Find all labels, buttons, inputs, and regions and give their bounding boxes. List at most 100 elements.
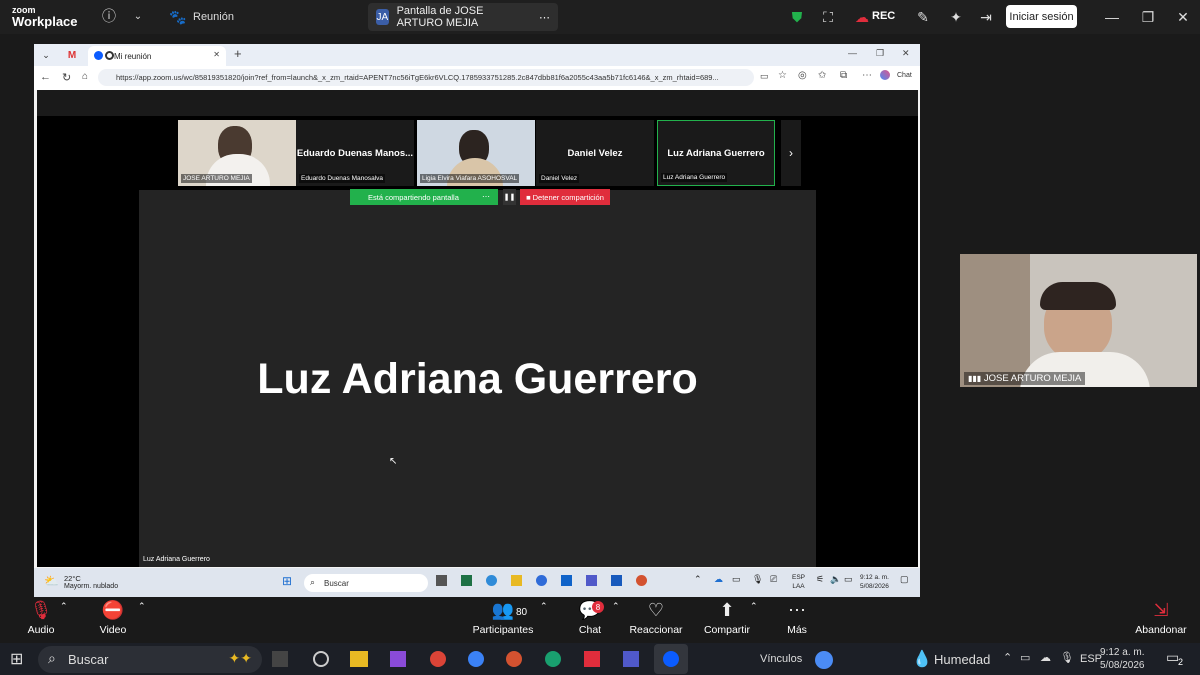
- annotate-icon[interactable]: ✎: [915, 8, 931, 26]
- tray-overflow-icon[interactable]: ⌃: [694, 574, 702, 585]
- tray-mic-icon[interactable]: 🎙: [752, 574, 763, 585]
- files-icon[interactable]: [350, 651, 368, 667]
- taskbar-search[interactable]: ⌕ Buscar ✦✦: [38, 646, 262, 673]
- browser-chat-label[interactable]: Chat: [897, 72, 912, 79]
- wifi-icon[interactable]: ⚟: [816, 574, 824, 585]
- files-icon[interactable]: [511, 575, 522, 586]
- onedrive-icon[interactable]: ☁: [714, 574, 723, 585]
- windows-start-icon[interactable]: ⊞: [10, 649, 23, 669]
- inner-language[interactable]: ESP LAA: [792, 573, 805, 591]
- gmail-icon[interactable]: M: [66, 48, 78, 62]
- tray-overflow-icon[interactable]: ⌃: [1003, 651, 1012, 664]
- leave-button[interactable]: ⇲ Abandonar: [1126, 599, 1196, 636]
- tray-monitor-icon[interactable]: ⎚: [770, 574, 777, 585]
- meeting-label[interactable]: Reunión: [193, 11, 234, 23]
- teams-icon[interactable]: [623, 651, 639, 667]
- share-caret-icon[interactable]: ⌃: [750, 601, 758, 612]
- audio-options-caret-icon[interactable]: ⌃: [60, 601, 68, 612]
- humidity-label[interactable]: Humedad: [934, 652, 990, 667]
- inner-search-box[interactable]: ⌕ Buscar: [304, 574, 428, 592]
- tray-mic-icon[interactable]: 🎙: [1060, 651, 1074, 664]
- browser-tab-active[interactable]: Mi reunión ✕: [88, 46, 226, 66]
- paint-icon[interactable]: [468, 651, 484, 667]
- url-field[interactable]: https://app.zoom.us/wc/85819351820/join?…: [98, 69, 754, 86]
- battery-icon[interactable]: ▭: [844, 574, 853, 585]
- participant-tile[interactable]: Eduardo Duenas Manos... Eduardo Duenas M…: [296, 120, 414, 186]
- home-icon[interactable]: ⌂: [82, 71, 88, 82]
- humidity-icon: 💧: [912, 651, 932, 668]
- more-options-icon[interactable]: ⋯: [539, 11, 550, 24]
- wps-icon[interactable]: [584, 651, 600, 667]
- camera-permission-icon[interactable]: ▭: [760, 71, 769, 82]
- language-indicator[interactable]: ESP: [1080, 653, 1102, 665]
- tab-list-icon[interactable]: ⌄: [40, 48, 52, 62]
- tray-app-icon[interactable]: ▭: [732, 574, 741, 585]
- taskview-icon[interactable]: [436, 575, 447, 586]
- tab-close-icon[interactable]: ✕: [213, 50, 220, 59]
- taskview-icon[interactable]: [272, 651, 288, 667]
- powerpoint-icon[interactable]: [506, 651, 522, 667]
- focus-icon[interactable]: ⛶: [820, 8, 836, 26]
- taskbar-clock[interactable]: 9:12 a. m. 5/08/2026: [1100, 646, 1145, 672]
- powerpoint-icon[interactable]: [636, 575, 647, 586]
- back-icon[interactable]: ←: [40, 71, 51, 83]
- stop-share-button[interactable]: ■ Detener compartición: [520, 189, 610, 205]
- self-view-video[interactable]: ▮▮▮ JOSE ARTURO MEJIA: [960, 254, 1197, 387]
- windows-start-icon[interactable]: ⊞: [282, 574, 292, 588]
- chevron-down-icon[interactable]: ⌄: [131, 8, 145, 24]
- ai-sparkle-icon[interactable]: ✦: [948, 8, 964, 26]
- signin-button[interactable]: Iniciar sesión: [1006, 5, 1077, 28]
- pause-share-icon[interactable]: ❚❚: [503, 189, 516, 205]
- notification-icon[interactable]: ▢: [900, 574, 909, 585]
- participant-tile[interactable]: Daniel Velez Daniel Velez: [536, 120, 654, 186]
- chrome-icon[interactable]: [430, 651, 446, 667]
- browser-restore-icon[interactable]: ❐: [876, 48, 884, 59]
- search-icon: ⌕: [310, 577, 316, 587]
- minimize-icon[interactable]: —: [1104, 8, 1120, 26]
- word-icon[interactable]: [611, 575, 622, 586]
- edge-icon[interactable]: [486, 575, 497, 586]
- teams-icon[interactable]: [586, 575, 597, 586]
- affinity-icon[interactable]: [390, 651, 406, 667]
- menu-icon[interactable]: ⋯: [862, 70, 872, 81]
- chat-caret-icon[interactable]: ⌃: [612, 601, 620, 612]
- react-button[interactable]: ♡ Reaccionar: [621, 599, 691, 636]
- restore-icon[interactable]: ❐: [1140, 8, 1156, 26]
- next-page-chevron-icon[interactable]: ›: [781, 120, 801, 186]
- more-button[interactable]: ⋯ Más: [762, 599, 832, 636]
- weather-widget-icon[interactable]: [815, 651, 833, 669]
- collections-icon[interactable]: ⧉: [840, 70, 847, 81]
- shield-icon[interactable]: ⛊: [789, 8, 805, 26]
- exit-icon[interactable]: ⇥: [978, 8, 994, 26]
- excel-icon[interactable]: [461, 575, 472, 586]
- browser-close-icon[interactable]: ✕: [902, 48, 910, 59]
- info-icon[interactable]: ⓘ: [101, 8, 117, 24]
- bookmark-star-icon[interactable]: ☆: [778, 70, 787, 81]
- rec-indicator[interactable]: REC: [872, 10, 895, 22]
- favorites-icon[interactable]: ✩: [818, 70, 826, 81]
- chrome-icon[interactable]: [536, 575, 547, 586]
- participant-tile[interactable]: Ligia Elvira Viafara ASOHOSVAL: [417, 120, 535, 186]
- participants-caret-icon[interactable]: ⌃: [540, 601, 548, 612]
- tray-meet-icon[interactable]: ▭: [1020, 651, 1030, 664]
- outlook-icon[interactable]: [561, 575, 572, 586]
- video-options-caret-icon[interactable]: ⌃: [138, 601, 146, 612]
- edge-icon[interactable]: [545, 651, 561, 667]
- sharing-more-icon[interactable]: ⋯: [482, 192, 490, 201]
- zoom-taskbar-item[interactable]: [654, 644, 688, 674]
- share-view-tab[interactable]: JA Pantalla de JOSE ARTURO MEJIA ⋯: [368, 3, 558, 31]
- volume-icon[interactable]: 🔈: [830, 574, 841, 585]
- reload-icon[interactable]: ↻: [62, 71, 71, 84]
- clock-app-icon[interactable]: [313, 651, 329, 667]
- extension-icon[interactable]: ◎: [798, 70, 807, 81]
- close-icon[interactable]: ✕: [1175, 8, 1191, 26]
- participant-tile-active-speaker[interactable]: Luz Adriana Guerrero Luz Adriana Guerrer…: [657, 120, 775, 186]
- new-tab-icon[interactable]: +: [234, 46, 242, 61]
- links-label[interactable]: Vínculos: [760, 653, 802, 665]
- onedrive-icon[interactable]: ☁: [1040, 651, 1051, 664]
- inner-clock[interactable]: 9:12 a. m. 5/08/2026: [860, 573, 889, 591]
- participant-tile[interactable]: JOSE ARTURO MEJIA: [178, 120, 296, 186]
- participants-button[interactable]: 👥 Participantes: [468, 599, 538, 636]
- browser-minimize-icon[interactable]: —: [848, 48, 857, 58]
- copilot-icon[interactable]: [880, 70, 890, 80]
